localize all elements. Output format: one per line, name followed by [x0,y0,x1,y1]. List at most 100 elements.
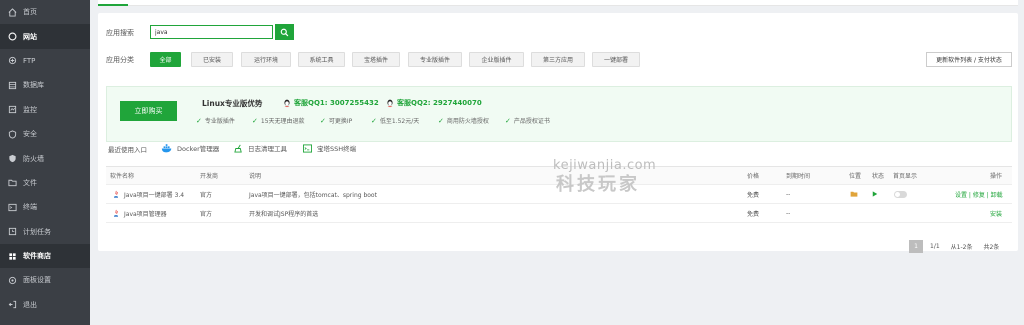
sidebar-item-label: 监控 [23,105,37,114]
check-icon: ✓ [438,116,444,125]
qq2-label: 客服QQ2: 2927440070 [397,99,482,107]
sidebar-item-label: 文件 [23,178,37,187]
page-total: 共2条 [983,244,1000,251]
search-button[interactable] [275,24,294,40]
search-input[interactable] [150,25,273,39]
promo-feature: ✓ 15天无理由退款 [252,116,305,126]
globe-icon [8,32,17,41]
sidebar-item-firewall[interactable]: 防火墙 [0,146,90,170]
category-label: 应用分类 [106,56,134,64]
sidebar-item-logout[interactable]: 退出 [0,293,90,317]
sidebar-item-website[interactable]: 网站 [0,24,90,49]
sidebar-item-label: 网站 [23,32,37,41]
page-range: 从1-2条 [950,244,973,251]
check-icon: ✓ [505,116,511,125]
sidebar-item-label: 软件商店 [23,252,51,261]
table-row: Java项目管理器 官方 开发和调试JSP程序的首选 免费 -- 安装 [106,204,1012,223]
sidebar-item-security[interactable]: 安全 [0,122,90,146]
sidebar-item-settings[interactable]: 面板设置 [0,268,90,292]
check-icon: ✓ [252,116,258,125]
category-runtime[interactable]: 运行环境 [241,52,291,67]
recent-entries-label: 最近使用入口 [108,146,147,154]
app-name-cell: Java项目管理器 [112,204,167,222]
category-one-click-deploy[interactable]: 一键部署 [592,52,640,67]
sidebar-item-label: 计划任务 [23,227,51,236]
col-desc: 说明 [249,173,262,180]
sidebar-item-label: 防火墙 [23,154,44,163]
software-store-panel: 应用搜索 应用分类 全部 已安装 运行环境 系统工具 宝塔插件 专业版插件 企业… [98,13,1018,253]
col-home: 首页显示 [893,173,918,180]
category-all[interactable]: 全部 [150,52,181,67]
qq1-label: 客服QQ1: 3007255432 [294,99,379,107]
developer-cell: 官方 [200,191,213,199]
qq1-contact[interactable]: 客服QQ1: 3007255432 [283,98,379,108]
sidebar-item-store[interactable]: 软件商店 [0,243,90,269]
monitor-icon [8,105,17,114]
sidebar-item-cron[interactable]: 计划任务 [0,220,90,244]
app-name-cell: Java项目一键部署 3.4 [112,185,184,203]
buy-now-button[interactable]: 立即购买 [120,101,177,121]
database-icon [8,81,17,90]
home-icon [8,7,17,17]
category-pro-plugins[interactable]: 专业版插件 [408,52,462,67]
sidebar-item-ftp[interactable]: FTP [0,49,90,73]
col-name: 软件名称 [110,173,135,180]
sidebar-item-monitor[interactable]: 监控 [0,98,90,122]
top-tab[interactable] [98,0,128,6]
home-display-toggle[interactable] [894,185,907,203]
promo-title: Linux专业版优势 [202,99,263,108]
sidebar: 首页 网站 FTP 数据库 监控 安全 防火墙 文件 终端 计划任务 软件商店 [0,0,90,325]
pagination: 1 1/1 从1-2条 共2条 [906,240,1003,253]
tool-ssh-terminal[interactable]: 宝塔SSH终端 [301,143,356,153]
pro-promo-banner: 立即购买 Linux专业版优势 客服QQ1: 3007255432 客服QQ2:… [106,86,1012,142]
check-icon: ✓ [320,116,326,125]
install-link[interactable]: 安装 [990,204,1002,222]
category-system-tools[interactable]: 系统工具 [298,52,345,67]
firewall-icon [8,154,17,163]
docker-icon [161,143,173,153]
check-icon: ✓ [196,116,202,125]
page-current[interactable]: 1 [909,240,923,253]
tool-log-cleaner[interactable]: 日志清理工具 [232,143,287,153]
sidebar-item-database[interactable]: 数据库 [0,73,90,97]
settings-icon [8,276,17,285]
check-icon: ✓ [371,116,377,125]
qq2-contact[interactable]: 客服QQ2: 2927440070 [386,98,482,108]
category-enterprise-plugins[interactable]: 企业版插件 [469,52,524,67]
sidebar-item-label: 首页 [23,8,37,17]
shield-icon [8,130,17,139]
expire-cell: -- [786,209,791,217]
watermark-text: 科技玩家 [556,174,640,195]
page-count: 1/1 [930,243,940,250]
logout-icon [8,300,17,309]
toggle-switch[interactable] [894,190,907,198]
col-developer: 开发商 [200,173,219,180]
update-list-button[interactable]: 更新软件列表 / 支付状态 [926,52,1012,67]
sidebar-item-terminal[interactable]: 终端 [0,195,90,219]
sidebar-item-files[interactable]: 文件 [0,171,90,195]
promo-feature: ✓ 商用防火墙授权 [438,116,489,126]
col-location: 位置 [849,173,862,180]
broom-icon [232,144,244,153]
sidebar-item-label: 退出 [23,300,37,309]
category-installed[interactable]: 已安装 [191,52,233,67]
category-third-party[interactable]: 第三方应用 [531,52,585,67]
java-icon [114,190,118,198]
expire-cell: -- [786,190,791,198]
row-actions[interactable]: 设置 | 修复 | 卸载 [955,185,1003,203]
folder-icon [8,178,17,187]
folder-icon[interactable] [850,185,858,203]
tool-docker[interactable]: Docker管理器 [161,143,219,153]
promo-feature: ✓ 低至1.52元/天 [371,116,420,126]
play-icon [872,185,878,203]
sidebar-item-label: 终端 [23,203,37,212]
qq-icon [387,99,393,107]
developer-cell: 官方 [200,210,213,218]
ftp-icon [8,56,17,65]
promo-feature: ✓ 产品授权证书 [505,116,550,126]
price-cell: 免费 [747,210,760,218]
col-ops: 操作 [990,173,1003,180]
search-icon [280,28,289,36]
category-bt-plugins[interactable]: 宝塔插件 [352,52,400,67]
sidebar-item-home[interactable]: 首页 [0,0,90,24]
